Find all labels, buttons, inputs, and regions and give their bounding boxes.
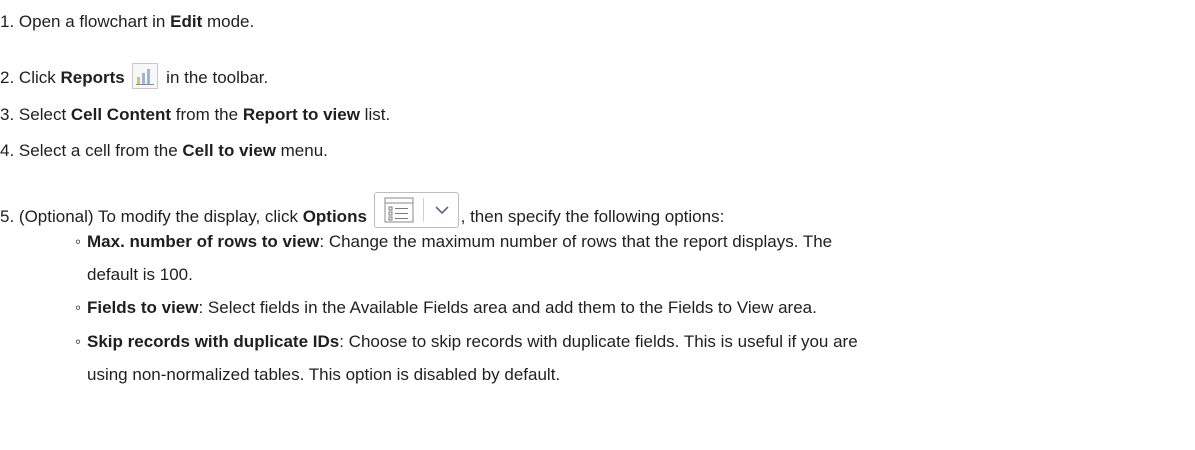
cell-to-view-label: Cell to view: [182, 141, 276, 160]
step-number: 3.: [0, 105, 15, 124]
option-max-rows: ◦ Max. number of rows to view: Change th…: [75, 230, 1157, 287]
step-number: 5.: [0, 207, 15, 226]
option-term: Skip records with duplicate IDs: [87, 332, 340, 351]
step-text: Select: [18, 105, 71, 124]
step-4: 4. Select a cell from the Cell to view m…: [0, 139, 328, 163]
option-description: using non-normalized tables. This option…: [87, 365, 561, 384]
step-text: in the toolbar.: [161, 68, 269, 87]
step-text: Open a flowchart in: [18, 12, 171, 31]
option-term: Fields to view: [87, 298, 199, 317]
step-3: 3. Select Cell Content from the Report t…: [0, 103, 390, 127]
step-2: 2. Click Reports in the toolbar.: [0, 63, 268, 90]
edit-mode-label: Edit: [170, 12, 203, 31]
step-1: 1. Open a flowchart in Edit mode.: [0, 10, 254, 34]
step-text: menu.: [275, 141, 328, 160]
option-skip-duplicates: ◦ Skip records with duplicate IDs: Choos…: [75, 330, 1157, 387]
instructions-document: 1. Open a flowchart in Edit mode. 2. Cli…: [0, 0, 1195, 450]
step-number: 1.: [0, 12, 15, 31]
option-description: : Select fields in the Available Fields …: [198, 298, 817, 317]
bullet: ◦: [75, 298, 82, 317]
bullet: ◦: [75, 232, 82, 251]
reports-bar-chart-icon: [132, 63, 159, 89]
step-5: 5. (Optional) To modify the display, cli…: [0, 192, 724, 229]
option-description: default is 100.: [87, 265, 193, 284]
option-fields-to-view: ◦ Fields to view: Select fields in the A…: [75, 296, 1157, 320]
step-text: Click: [18, 68, 61, 87]
step-text: from the: [171, 105, 243, 124]
bullet: ◦: [75, 332, 82, 351]
report-to-view-label: Report to view: [242, 105, 360, 124]
options-list-dropdown-icon: [373, 192, 459, 228]
step-text: , then specify the following options:: [460, 207, 725, 226]
step-text: list.: [359, 105, 391, 124]
reports-label: Reports: [60, 68, 125, 87]
cell-content-label: Cell Content: [70, 105, 172, 124]
options-label: Options: [302, 207, 367, 226]
option-description: : Change the maximum number of rows that…: [319, 232, 833, 251]
step-number: 4.: [0, 141, 15, 160]
step-text: (Optional) To modify the display, click: [18, 207, 303, 226]
step-text: Select a cell from the: [18, 141, 183, 160]
option-term: Max. number of rows to view: [87, 232, 320, 251]
step-number: 2.: [0, 68, 15, 87]
step-text: mode.: [202, 12, 255, 31]
option-description: : Choose to skip records with duplicate …: [339, 332, 858, 351]
